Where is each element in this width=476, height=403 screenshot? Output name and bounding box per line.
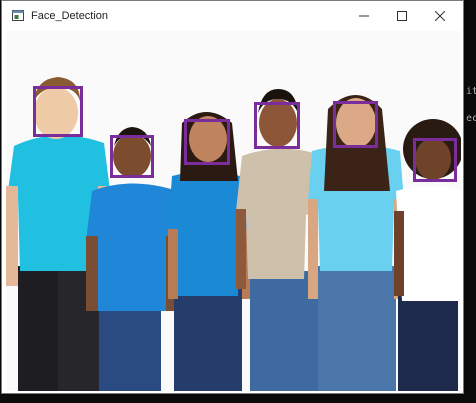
face-detection-box — [33, 86, 83, 137]
maximize-icon — [397, 11, 407, 21]
face-detection-box — [333, 101, 378, 148]
face-detection-window[interactable]: Face_Detection — [1, 0, 464, 394]
face-detection-box — [254, 102, 300, 149]
minimize-icon — [359, 15, 369, 17]
face-detection-box — [110, 135, 154, 178]
face-detection-box — [413, 138, 457, 182]
minimize-button[interactable] — [345, 1, 383, 31]
title-bar[interactable]: Face_Detection — [2, 1, 463, 31]
app-window-icon — [12, 10, 24, 21]
window-title: Face_Detection — [31, 10, 109, 22]
face-detection-box — [184, 119, 230, 165]
children-photo — [6, 31, 461, 391]
console-fragment: it — [466, 86, 476, 97]
console-fragment: ec — [466, 113, 476, 124]
detection-image — [6, 31, 461, 391]
close-icon — [435, 11, 445, 21]
maximize-button[interactable] — [383, 1, 421, 31]
close-button[interactable] — [421, 1, 459, 31]
